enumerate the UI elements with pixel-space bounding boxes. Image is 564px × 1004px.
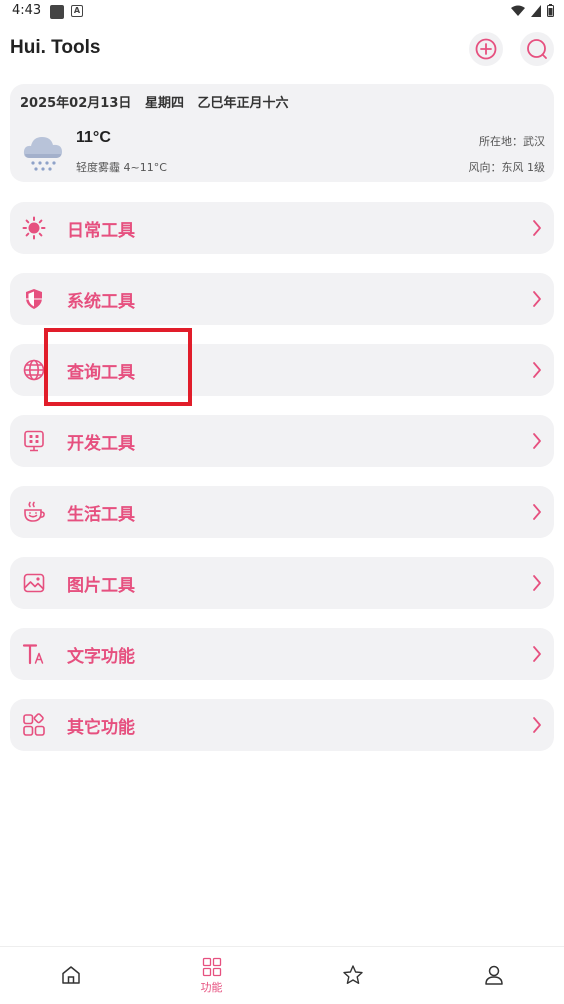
nav-functions[interactable]: 功能 [141, 947, 282, 1004]
date: 2025年02月13日 [20, 96, 132, 111]
snow-cloud-icon [23, 137, 62, 171]
nav-home[interactable] [0, 947, 141, 1004]
chevron-right-icon [533, 646, 541, 662]
chevron-right-icon [533, 575, 541, 591]
shield-icon [26, 289, 42, 309]
menu-item-system-tools[interactable]: 系统工具 [10, 273, 554, 325]
menu-item-label: 查询工具 [67, 363, 135, 383]
app-bar: Hui. Tools [0, 28, 564, 72]
menu-item-label: 文字功能 [67, 647, 135, 667]
tool-category-list: 日常工具 系统工具 查询工具 开发工具 生活工具 图片工具 文字功能 其它功能 [10, 202, 554, 770]
date-line: 2025年02月13日 星期四 乙巳年正月十六 [20, 92, 289, 111]
menu-item-daily-tools[interactable]: 日常工具 [10, 202, 554, 254]
nav-profile[interactable] [423, 947, 564, 1004]
menu-item-label: 生活工具 [67, 505, 135, 525]
cup-icon [24, 501, 45, 522]
status-indicators [511, 4, 554, 17]
menu-item-label: 日常工具 [67, 221, 135, 241]
image-icon [23, 573, 45, 593]
text-icon [22, 644, 44, 665]
add-button[interactable] [469, 32, 503, 66]
menu-item-label: 系统工具 [67, 292, 135, 312]
nav-favorites[interactable] [282, 947, 423, 1004]
chevron-right-icon [533, 220, 541, 236]
monitor-icon [24, 430, 44, 452]
temperature: 11°C [76, 129, 111, 146]
chevron-right-icon [533, 291, 541, 307]
bottom-nav: 功能 [0, 946, 564, 1004]
status-time: 4:43 [12, 3, 42, 18]
plus-circle-icon [475, 38, 497, 60]
chevron-right-icon [533, 362, 541, 378]
menu-item-label: 图片工具 [67, 576, 135, 596]
wifi-icon [511, 5, 525, 16]
location: 所在地：武汉 [479, 135, 545, 148]
nav-functions-label: 功能 [200, 981, 223, 994]
chevron-right-icon [533, 433, 541, 449]
menu-item-query-tools[interactable]: 查询工具 [10, 344, 554, 396]
menu-item-other-functions[interactable]: 其它功能 [10, 699, 554, 751]
weather-card[interactable]: 2025年02月13日 星期四 乙巳年正月十六 11°C 轻度雾霾 4~11°C… [10, 84, 554, 182]
lunar-date: 乙巳年正月十六 [197, 96, 289, 111]
home-icon [61, 966, 80, 984]
menu-item-label: 其它功能 [67, 718, 135, 738]
menu-item-label: 开发工具 [67, 434, 135, 454]
globe-icon [23, 359, 45, 381]
grid-icon [202, 957, 221, 977]
weather-condition: 轻度雾霾 4~11°C [76, 161, 167, 174]
chevron-right-icon [533, 504, 541, 520]
menu-item-life-tools[interactable]: 生活工具 [10, 486, 554, 538]
user-icon [484, 965, 503, 985]
menu-item-text-functions[interactable]: 文字功能 [10, 628, 554, 680]
menu-item-dev-tools[interactable]: 开发工具 [10, 415, 554, 467]
search-button[interactable] [520, 32, 554, 66]
weekday: 星期四 [144, 96, 184, 111]
signal-icon [531, 4, 541, 17]
star-icon [342, 965, 363, 984]
menu-item-image-tools[interactable]: 图片工具 [10, 557, 554, 609]
apps-icon [23, 713, 45, 736]
search-icon [527, 39, 547, 59]
notification-icon [50, 5, 64, 19]
chevron-right-icon [533, 717, 541, 733]
battery-icon [547, 4, 554, 17]
app-title: Hui. Tools [10, 37, 101, 58]
wind: 风向：东风 1级 [468, 161, 546, 174]
sun-icon [22, 216, 46, 240]
a-notification-icon: A [71, 5, 83, 17]
status-bar: 4:43 A [0, 0, 564, 24]
